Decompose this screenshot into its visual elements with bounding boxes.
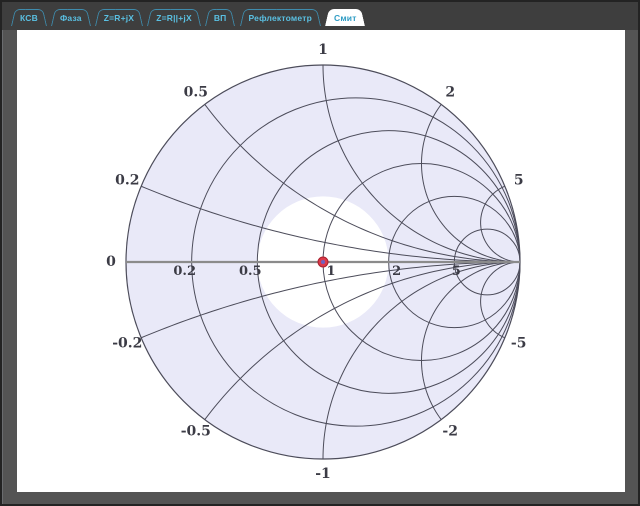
svg-text:2: 2: [392, 264, 401, 279]
tab-vp[interactable]: ВП: [205, 9, 236, 26]
tab-z-series[interactable]: Z=R+jX: [95, 9, 144, 26]
tab-label: Z=R||+jX: [147, 9, 201, 23]
svg-text:5: 5: [452, 264, 461, 279]
svg-text:-5: -5: [511, 336, 527, 352]
tab-bar: КСВ Фаза Z=R+jX Z=R||+jX ВП Рефлектометр…: [2, 2, 638, 30]
tab-label: Рефлектометр: [240, 9, 321, 23]
svg-text:0.5: 0.5: [184, 84, 208, 100]
tab-label: Z=R+jX: [95, 9, 144, 23]
svg-text:-0.2: -0.2: [112, 336, 142, 352]
svg-text:0.2: 0.2: [173, 264, 196, 279]
chart-panel: 1 0.5 0.2 0 -0.2 -0.5 -1 -2 -5 5 2 0.2 0.5 1 2 5: [17, 30, 625, 492]
tab-label: ВП: [205, 9, 236, 23]
tab-label: КСВ: [11, 9, 47, 23]
tab-reflectometer[interactable]: Рефлектометр: [240, 9, 321, 26]
svg-text:-1: -1: [315, 466, 331, 482]
app-window: КСВ Фаза Z=R+jX Z=R||+jX ВП Рефлектометр…: [0, 0, 640, 506]
tab-z-parallel[interactable]: Z=R||+jX: [147, 9, 201, 26]
svg-text:1: 1: [326, 264, 335, 279]
svg-text:2: 2: [445, 84, 455, 100]
svg-text:-2: -2: [442, 424, 458, 440]
svg-text:5: 5: [514, 173, 524, 189]
tab-label: Фаза: [51, 9, 91, 23]
svg-text:-0.5: -0.5: [181, 424, 211, 440]
tab-label: Смит: [325, 9, 366, 23]
tab-smith-active[interactable]: Смит: [325, 9, 366, 26]
tab-ksv[interactable]: КСВ: [11, 9, 47, 26]
svg-text:1: 1: [318, 42, 328, 58]
tab-faza[interactable]: Фаза: [51, 9, 91, 26]
smith-chart-svg: 1 0.5 0.2 0 -0.2 -0.5 -1 -2 -5 5 2 0.2 0.5 1 2 5: [17, 30, 625, 492]
svg-text:0: 0: [106, 254, 116, 270]
svg-text:0.2: 0.2: [115, 173, 139, 189]
svg-text:0.5: 0.5: [239, 264, 262, 279]
